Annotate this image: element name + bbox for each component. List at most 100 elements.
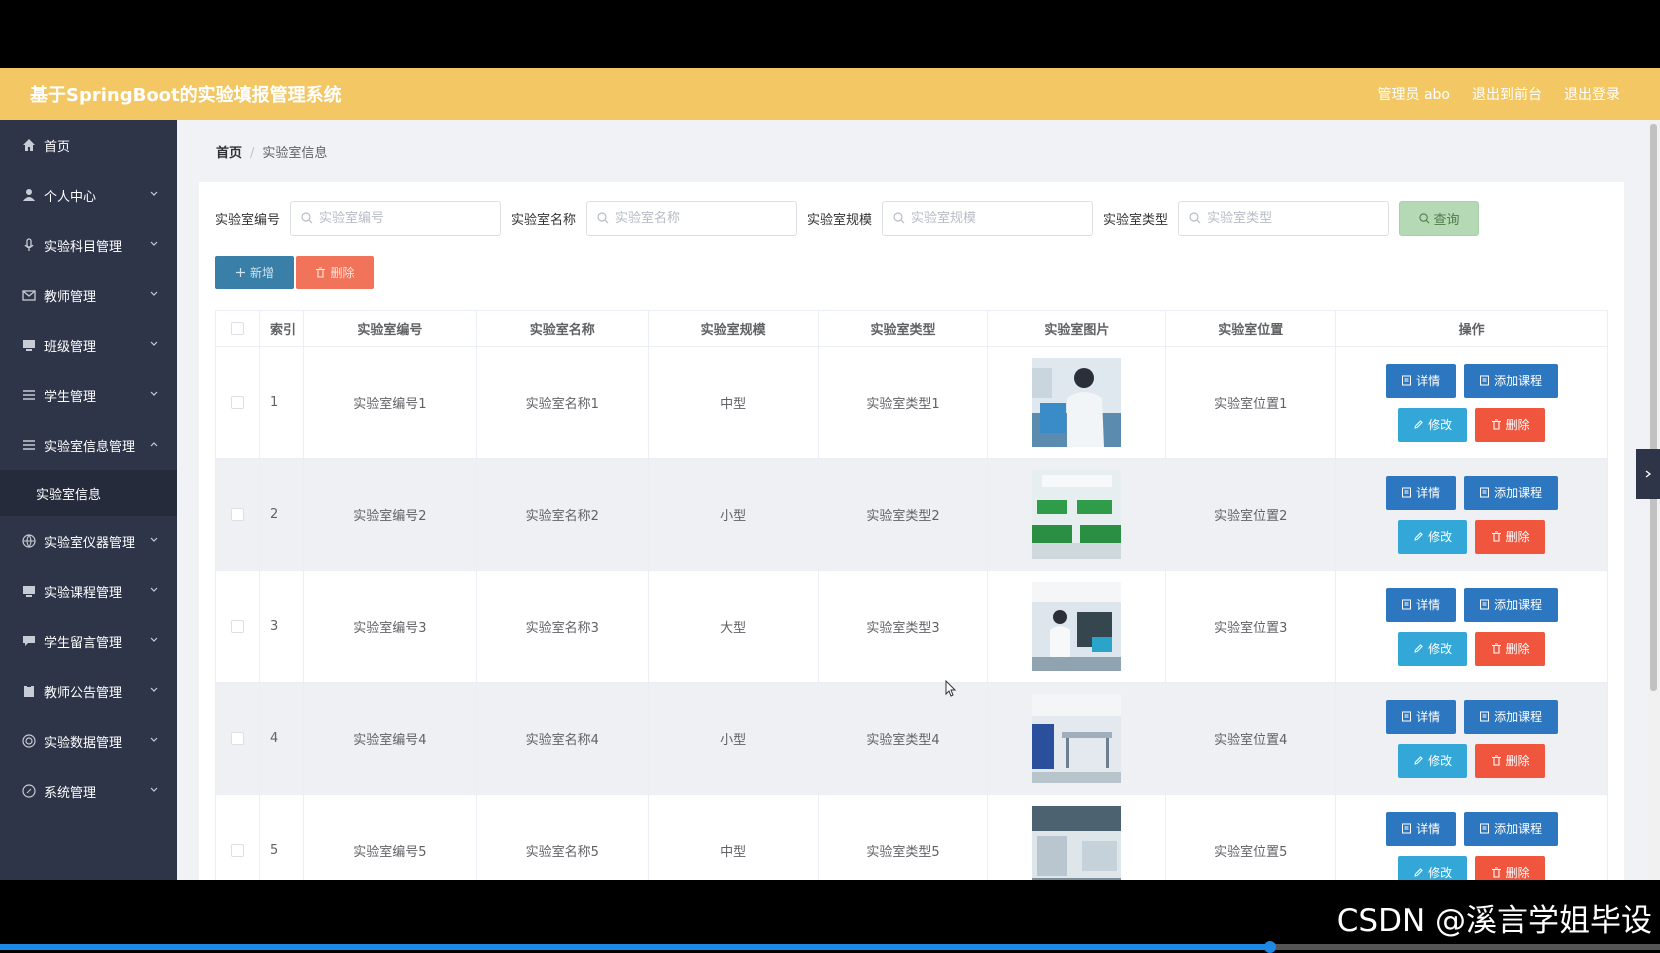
- search-label-lab-name: 实验室名称: [511, 212, 577, 228]
- sidebar-item-label: 首页: [44, 139, 71, 155]
- batch-delete-button[interactable]: 删除: [296, 256, 374, 289]
- chevron-up-icon: [150, 442, 158, 447]
- detail-button[interactable]: 详情: [1385, 363, 1456, 398]
- sidebar-item-data[interactable]: 实验数据管理: [0, 716, 177, 766]
- sidebar-item-message[interactable]: 学生留言管理: [0, 616, 177, 666]
- mail-icon: [22, 288, 36, 302]
- lab-scale: 小型: [648, 683, 819, 795]
- add-course-button[interactable]: 添加课程: [1463, 587, 1558, 622]
- row-actions-line: 详情 添加课程: [1385, 699, 1558, 734]
- delete-button[interactable]: 删除: [1475, 631, 1546, 666]
- delete-button-label: 删除: [1505, 866, 1530, 880]
- detail-button[interactable]: 详情: [1385, 811, 1456, 846]
- sidebar-item-class[interactable]: 班级管理: [0, 320, 177, 370]
- add-course-button-label: 添加课程: [1494, 822, 1543, 836]
- sidebar-item-instrument[interactable]: 实验室仪器管理: [0, 516, 177, 566]
- sidebar-item-label: 实验室信息管理: [44, 439, 136, 455]
- lab-photo: [1032, 470, 1122, 559]
- header-select-all[interactable]: [216, 311, 260, 347]
- detail-button-label: 详情: [1416, 710, 1441, 724]
- lab-location: 实验室位置4: [1166, 683, 1337, 795]
- sidebar-item-student[interactable]: 学生管理: [0, 370, 177, 420]
- breadcrumb-home[interactable]: 首页: [216, 146, 242, 161]
- side-drawer-toggle[interactable]: [1636, 449, 1660, 499]
- delete-button[interactable]: 删除: [1475, 519, 1546, 554]
- row-actions-line: 修改 删除: [1398, 407, 1546, 442]
- sidebar-item-lab-info[interactable]: 实验室信息管理: [0, 420, 177, 470]
- sidebar-item-subject[interactable]: 实验科目管理: [0, 220, 177, 270]
- scrollbar-thumb[interactable]: [1650, 124, 1657, 691]
- delete-button[interactable]: 删除: [1475, 743, 1546, 778]
- chevron-down-icon: [150, 737, 158, 742]
- exit-to-front-link[interactable]: 退出到前台: [1472, 84, 1542, 104]
- system-title: 基于SpringBoot的实验填报管理系统: [30, 85, 342, 106]
- edit-button[interactable]: 修改: [1398, 407, 1468, 442]
- lab-name-field[interactable]: [586, 200, 798, 236]
- lab-no-field[interactable]: [290, 200, 502, 236]
- detail-button[interactable]: 详情: [1385, 699, 1456, 734]
- row-actions-line: 详情 添加课程: [1385, 363, 1558, 398]
- video-progress-bar[interactable]: [0, 941, 1660, 953]
- add-course-button[interactable]: 添加课程: [1463, 699, 1558, 734]
- lab-type-input[interactable]: [1207, 210, 1378, 226]
- admin-user-label[interactable]: 管理员 abo: [1378, 84, 1450, 104]
- lab-scale-field[interactable]: [882, 200, 1094, 236]
- row-checkbox[interactable]: [230, 844, 244, 857]
- chevron-down-icon: [150, 587, 158, 592]
- edit-button-label: 修改: [1428, 418, 1453, 432]
- add-button[interactable]: 新增: [215, 256, 294, 289]
- add-course-button[interactable]: 添加课程: [1463, 363, 1558, 398]
- delete-button-label: 删除: [1505, 642, 1530, 656]
- document-icon: [1402, 599, 1412, 610]
- row-actions-line: 详情 添加课程: [1385, 811, 1558, 846]
- sidebar-item-personal-center[interactable]: 个人中心: [0, 170, 177, 220]
- lab-name-input[interactable]: [615, 210, 786, 226]
- sidebar-item-system[interactable]: 系统管理: [0, 766, 177, 816]
- logout-link[interactable]: 退出登录: [1564, 84, 1620, 104]
- chevron-down-icon: [150, 537, 158, 542]
- table-row: 4 实验室编号4 实验室名称4 小型 实验室类型4 实验室位置4 详情 添加课程…: [216, 683, 1608, 795]
- edit-button[interactable]: 修改: [1398, 631, 1468, 666]
- pencil-icon: [1414, 756, 1423, 765]
- sidebar-item-label: 学生管理: [44, 389, 97, 405]
- sidebar-subitem-lab-info[interactable]: 实验室信息: [0, 470, 177, 516]
- monitor-icon: [22, 584, 36, 598]
- add-course-button[interactable]: 添加课程: [1463, 811, 1558, 846]
- home-icon: [22, 138, 36, 152]
- detail-button-label: 详情: [1416, 374, 1441, 388]
- row-checkbox[interactable]: [230, 620, 244, 633]
- edit-button[interactable]: 修改: [1398, 855, 1468, 880]
- sidebar-item-course[interactable]: 实验课程管理: [0, 566, 177, 616]
- trash-icon: [1491, 867, 1501, 878]
- lab-scale-input[interactable]: [911, 210, 1082, 226]
- delete-button[interactable]: 删除: [1475, 855, 1546, 880]
- row-select-cell: [216, 795, 260, 880]
- row-index: 5: [260, 795, 304, 880]
- row-actions-line: 详情 添加课程: [1385, 475, 1558, 510]
- add-course-button[interactable]: 添加课程: [1463, 475, 1558, 510]
- select-all-checkbox[interactable]: [230, 322, 244, 335]
- column-header: 实验室编号: [303, 311, 477, 347]
- detail-button[interactable]: 详情: [1385, 475, 1456, 510]
- search-label-lab-scale: 实验室规模: [807, 212, 873, 228]
- detail-button[interactable]: 详情: [1385, 587, 1456, 622]
- edit-button[interactable]: 修改: [1398, 743, 1468, 778]
- page-scrollbar[interactable]: [1647, 120, 1660, 880]
- search-icon: [893, 212, 905, 224]
- row-checkbox[interactable]: [230, 396, 244, 409]
- lab-type-field[interactable]: [1178, 200, 1390, 236]
- sidebar-item-teacher[interactable]: 教师管理: [0, 270, 177, 320]
- sidebar-item-home[interactable]: 首页: [0, 120, 177, 170]
- row-checkbox[interactable]: [230, 732, 244, 745]
- delete-button[interactable]: 删除: [1475, 407, 1546, 442]
- breadcrumb-separator: /: [250, 146, 255, 161]
- lab-no-input[interactable]: [319, 210, 490, 226]
- main-content: 首页 / 实验室信息 实验室编号 实验室名称 实验室规模: [177, 120, 1647, 880]
- sidebar-item-notice[interactable]: 教师公告管理: [0, 666, 177, 716]
- video-progress-knob[interactable]: [1263, 941, 1276, 953]
- row-checkbox[interactable]: [230, 508, 244, 521]
- target-icon: [22, 734, 36, 748]
- detail-button-label: 详情: [1416, 486, 1441, 500]
- edit-button[interactable]: 修改: [1398, 519, 1468, 554]
- query-button[interactable]: 查询: [1399, 200, 1480, 236]
